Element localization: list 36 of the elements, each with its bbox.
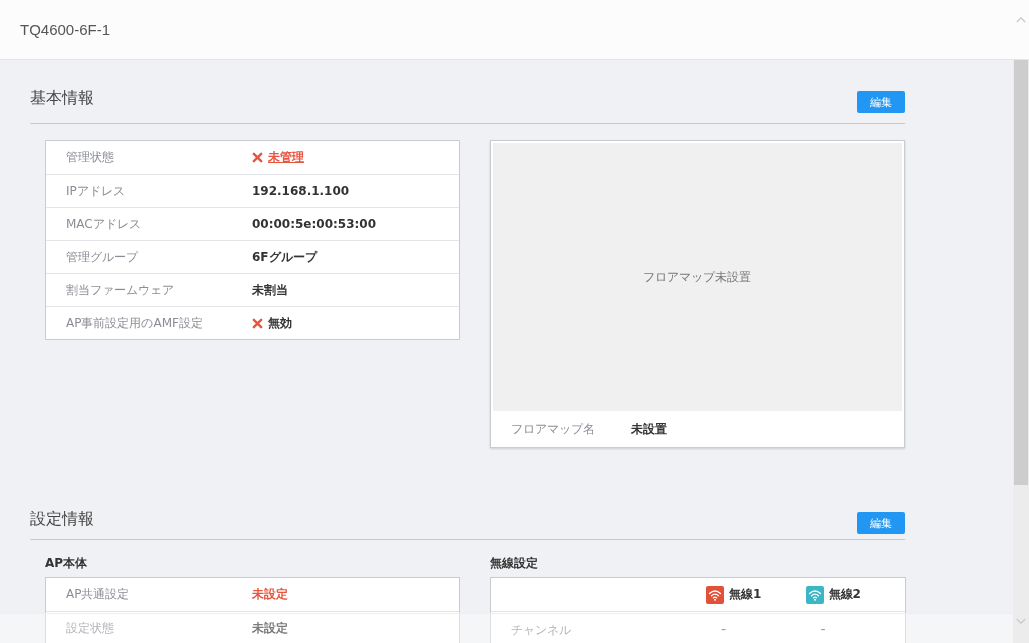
field-value: 無効	[268, 314, 292, 332]
section-title: 設定情報	[30, 507, 94, 530]
table-cell: -	[721, 620, 727, 637]
field-label: IPアドレス	[65, 182, 126, 200]
field-value: 未設定	[252, 586, 288, 603]
field-label: AP事前設定用のAMF設定	[65, 314, 204, 332]
status-link[interactable]: 未管理	[268, 149, 304, 166]
scroll-up-icon[interactable]	[1016, 16, 1026, 23]
field-label: AP共通設定	[65, 586, 131, 603]
subsection-title: AP本体	[45, 555, 89, 572]
field-label: チャンネル	[510, 622, 571, 637]
field-value: 00:00:5e:00:53:00	[252, 217, 376, 231]
field-label: 設定状態	[65, 619, 115, 637]
section-title: 基本情報	[30, 86, 94, 109]
scroll-down-icon[interactable]	[1016, 618, 1026, 625]
field-value: 未設置	[630, 420, 667, 438]
column-header: 無線2	[828, 586, 861, 603]
column-header: 無線1	[729, 586, 762, 603]
empty-message: フロアマップ未設置	[643, 268, 752, 286]
subsection-title: 無線設定	[490, 555, 539, 572]
page-title: TQ4600-6F-1	[20, 21, 111, 38]
field-value: 6Fグループ	[252, 248, 317, 266]
field-label: 管理状態	[65, 149, 115, 166]
edit-button[interactable]: 編集	[857, 512, 905, 534]
cross-icon	[252, 317, 263, 329]
edit-button[interactable]: 編集	[857, 91, 905, 113]
field-value: 未設定	[252, 619, 288, 637]
field-label: MACアドレス	[65, 215, 142, 233]
cross-icon	[252, 152, 263, 163]
scrollbar[interactable]	[1013, 60, 1029, 643]
field-label: フロアマップ名	[509, 420, 596, 438]
field-label: 割当ファームウェア	[65, 281, 175, 299]
field-value: 未割当	[252, 281, 288, 299]
field-value: 192.168.1.100	[252, 184, 350, 198]
field-label: 管理グループ	[65, 248, 140, 266]
table-cell: -	[820, 620, 826, 637]
